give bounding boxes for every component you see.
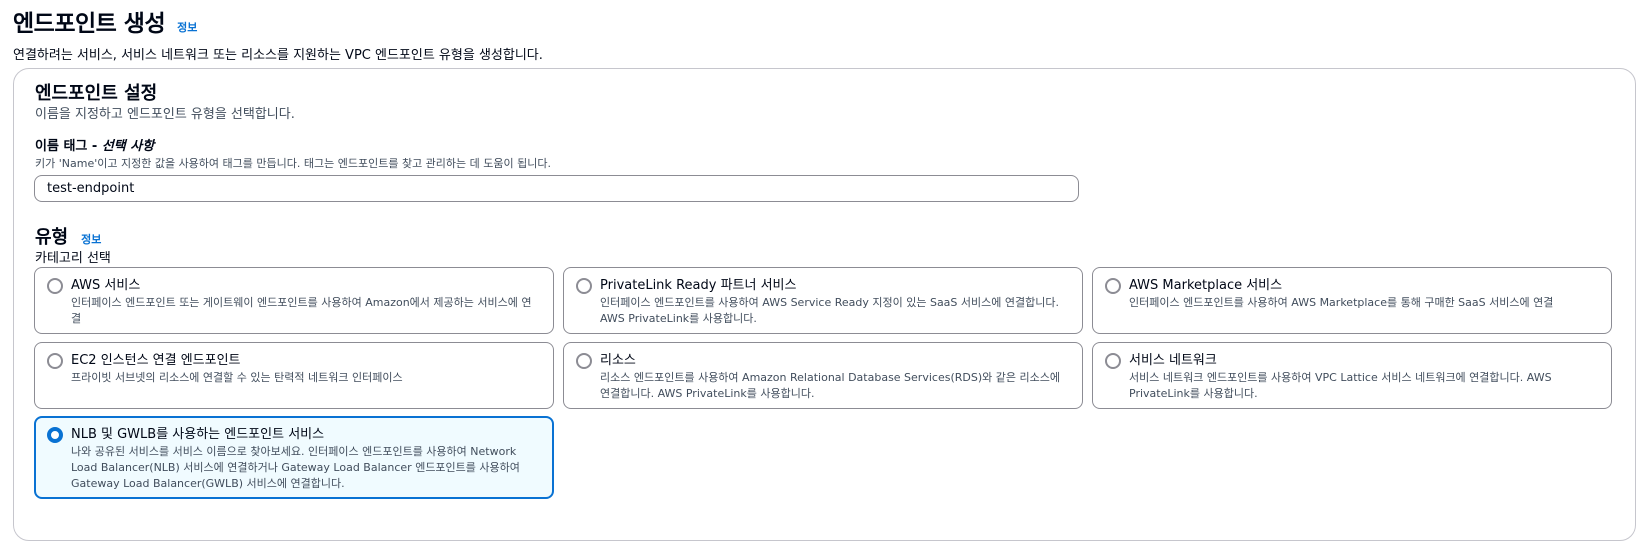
endpoint-settings-container: 엔드포인트 설정 이름을 지정하고 엔드포인트 유형을 선택합니다. 이름 태그… (13, 68, 1636, 541)
type-category-subtitle: 카테고리 선택 (35, 251, 111, 266)
name-tag-optional: 선택 사항 (101, 139, 155, 154)
name-tag-label-text: 이름 태그 - (35, 139, 102, 154)
page-header: 엔드포인트 생성 정보 연결하려는 서비스, 서비스 네트워크 또는 리소스를 … (13, 4, 543, 63)
page-title: 엔드포인트 생성 (13, 11, 166, 37)
type-section-title: 유형 (35, 227, 69, 248)
type-tile-ec2-instance-connect[interactable]: EC2 인스턴스 연결 엔드포인트 프라이빗 서브넷의 리소스에 연결할 수 있… (34, 342, 554, 409)
tile-description: 리소스 엔드포인트를 사용하여 Amazon Relational Databa… (600, 371, 1060, 400)
name-tag-hint: 키가 'Name'이고 지정한 값을 사용하여 태그를 만듭니다. 태그는 엔드… (35, 157, 551, 170)
type-info-link[interactable]: 정보 (81, 231, 101, 247)
type-tile-service-network[interactable]: 서비스 네트워크 서비스 네트워크 엔드포인트를 사용하여 VPC Lattic… (1092, 342, 1612, 409)
tile-description: 서비스 네트워크 엔드포인트를 사용하여 VPC Lattice 서비스 네트워… (1129, 371, 1552, 400)
radio-resources[interactable] (576, 353, 592, 369)
page-description: 연결하려는 서비스, 서비스 네트워크 또는 리소스를 지원하는 VPC 엔드포… (13, 48, 543, 63)
type-title-row: 유형 정보 (35, 223, 101, 249)
tile-title: 리소스 (600, 353, 636, 368)
settings-section-description: 이름을 지정하고 엔드포인트 유형을 선택합니다. (35, 107, 295, 122)
tile-title: PrivateLink Ready 파트너 서비스 (600, 278, 797, 293)
tile-description: 인터페이스 엔드포인트를 사용하여 AWS Service Ready 지정이 … (600, 296, 1059, 325)
type-tile-privatelink-ready[interactable]: PrivateLink Ready 파트너 서비스 인터페이스 엔드포인트를 사… (563, 267, 1083, 334)
name-tag-label: 이름 태그 - 선택 사항 (35, 135, 154, 154)
radio-ec2-instance-connect[interactable] (47, 353, 63, 369)
tile-description: 나와 공유된 서비스를 서비스 이름으로 찾아보세요. 인터페이스 엔드포인트를… (71, 445, 520, 490)
type-tile-aws-services[interactable]: AWS 서비스 인터페이스 엔드포인트 또는 게이트웨이 엔드포인트를 사용하여… (34, 267, 554, 334)
tile-description: 프라이빗 서브넷의 리소스에 연결할 수 있는 탄력적 네트워크 인터페이스 (71, 371, 403, 384)
type-tile-resources[interactable]: 리소스 리소스 엔드포인트를 사용하여 Amazon Relational Da… (563, 342, 1083, 409)
tile-description: 인터페이스 엔드포인트를 사용하여 AWS Marketplace를 통해 구매… (1129, 296, 1554, 309)
type-tile-aws-marketplace[interactable]: AWS Marketplace 서비스 인터페이스 엔드포인트를 사용하여 AW… (1092, 267, 1612, 334)
settings-section-title: 엔드포인트 설정 (35, 83, 158, 104)
page-info-link[interactable]: 정보 (177, 19, 197, 35)
radio-service-network[interactable] (1105, 353, 1121, 369)
page-title-row: 엔드포인트 생성 정보 (13, 4, 543, 38)
tile-title: 서비스 네트워크 (1129, 353, 1217, 368)
type-tile-nlb-gwlb[interactable]: NLB 및 GWLB를 사용하는 엔드포인트 서비스 나와 공유된 서비스를 서… (34, 416, 554, 499)
radio-aws-marketplace[interactable] (1105, 278, 1121, 294)
tile-title: AWS Marketplace 서비스 (1129, 278, 1283, 293)
name-tag-input[interactable] (34, 175, 1079, 202)
tile-title: NLB 및 GWLB를 사용하는 엔드포인트 서비스 (71, 427, 325, 442)
tile-title: EC2 인스턴스 연결 엔드포인트 (71, 353, 241, 368)
radio-aws-services[interactable] (47, 278, 63, 294)
tile-description: 인터페이스 엔드포인트 또는 게이트웨이 엔드포인트를 사용하여 Amazon에… (71, 296, 532, 325)
radio-privatelink-ready[interactable] (576, 278, 592, 294)
radio-nlb-gwlb-selected[interactable] (47, 427, 63, 443)
tile-title: AWS 서비스 (71, 278, 141, 293)
